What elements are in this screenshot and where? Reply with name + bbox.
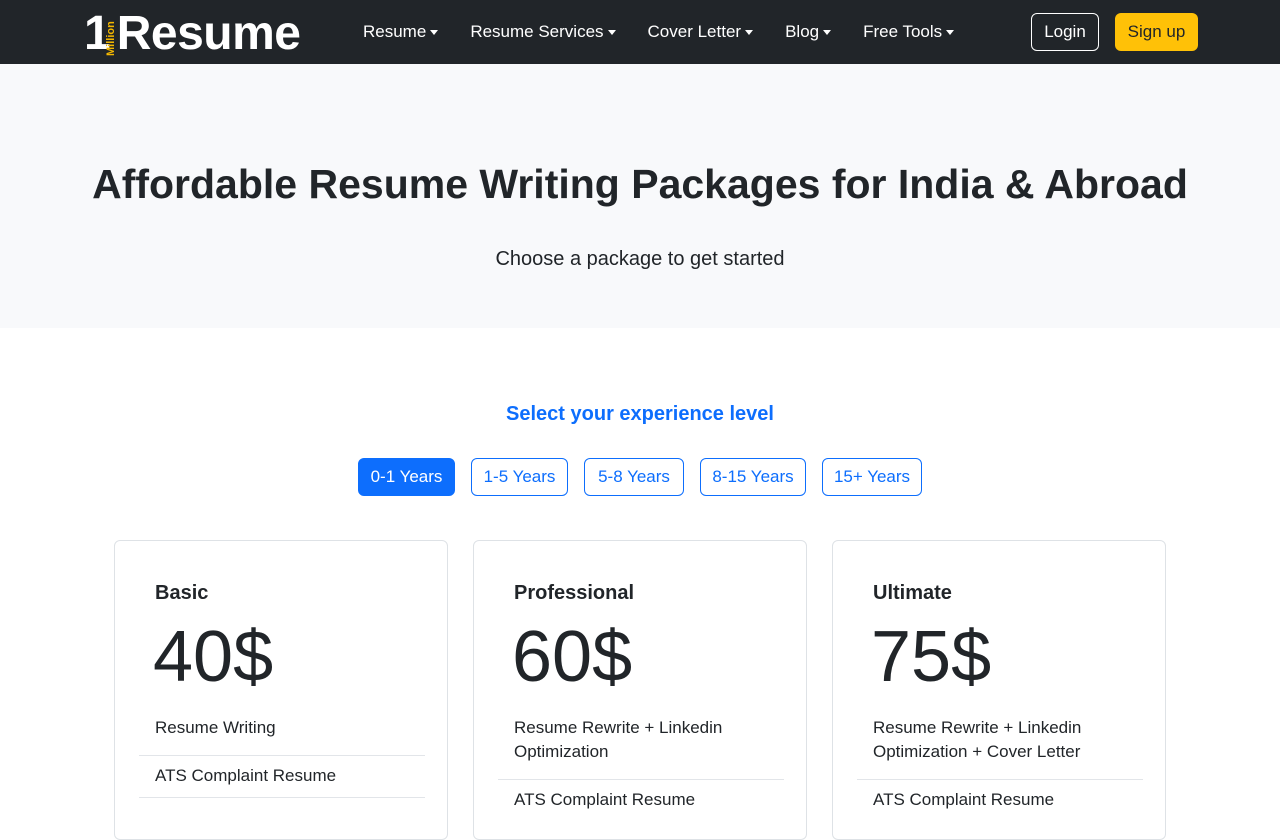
divider — [857, 779, 1143, 780]
caret-down-icon — [607, 30, 616, 35]
caret-down-icon — [430, 30, 439, 35]
divider — [139, 797, 425, 798]
package-card-professional: Professional 60$ Resume Rewrite + Linked… — [473, 540, 807, 840]
package-name: Basic — [155, 582, 209, 604]
experience-option-1-5[interactable]: 1-5 Years — [471, 458, 568, 496]
nav-item-resume[interactable]: Resume — [363, 22, 439, 42]
divider — [139, 755, 425, 756]
nav-item-resume-services[interactable]: Resume Services — [470, 22, 616, 42]
package-feature: ATS Complaint Resume — [873, 790, 1055, 809]
package-feature: ATS Complaint Resume — [514, 790, 696, 809]
divider — [498, 779, 784, 780]
package-description: Resume Rewrite + Linkedin Optimization — [514, 718, 723, 761]
package-name: Professional — [514, 582, 635, 604]
caret-down-icon — [745, 30, 754, 35]
nav-item-free-tools[interactable]: Free Tools — [863, 22, 955, 42]
nav-item-label: Free Tools — [863, 22, 943, 41]
package-name: Ultimate — [873, 582, 952, 604]
logo-million-text: Million — [104, 21, 117, 56]
package-price: 40$ — [153, 617, 274, 697]
package-card-ultimate: Ultimate 75$ Resume Rewrite + Linkedin O… — [832, 540, 1166, 840]
caret-down-icon — [946, 30, 955, 35]
brand-logo[interactable]: 1 Million Resume — [84, 6, 301, 60]
package-description: Resume Writing — [155, 718, 276, 737]
experience-selector: 0-1 Years 1-5 Years 5-8 Years 8-15 Years… — [0, 458, 1280, 496]
experience-option-0-1[interactable]: 0-1 Years — [358, 458, 455, 496]
experience-option-8-15[interactable]: 8-15 Years — [700, 458, 806, 496]
nav-item-label: Resume Services — [470, 22, 604, 41]
nav-item-blog[interactable]: Blog — [785, 22, 832, 42]
signup-button[interactable]: Sign up — [1115, 13, 1198, 51]
top-navbar: 1 Million Resume Resume Resume Services … — [0, 0, 1280, 64]
experience-option-15-plus[interactable]: 15+ Years — [822, 458, 922, 496]
nav-item-label: Blog — [785, 22, 820, 41]
package-price: 75$ — [871, 617, 992, 697]
nav-item-cover-letter[interactable]: Cover Letter — [648, 22, 754, 42]
main-menu: Resume Resume Services Cover Letter Blog… — [363, 0, 986, 64]
caret-down-icon — [823, 30, 832, 35]
nav-item-label: Cover Letter — [647, 22, 742, 41]
login-button[interactable]: Login — [1031, 13, 1099, 51]
package-feature: ATS Complaint Resume — [155, 766, 337, 785]
nav-item-label: Resume — [363, 22, 427, 41]
page-subtitle: Choose a package to get started — [495, 248, 785, 270]
logo-word: Resume — [116, 7, 301, 60]
page-title: Affordable Resume Writing Packages for I… — [92, 161, 1188, 207]
package-price: 60$ — [512, 617, 633, 697]
experience-heading: Select your experience level — [506, 403, 774, 425]
package-card-basic: Basic 40$ Resume Writing ATS Complaint R… — [114, 540, 448, 840]
package-description: Resume Rewrite + Linkedin Optimization +… — [873, 718, 1082, 761]
experience-option-5-8[interactable]: 5-8 Years — [584, 458, 684, 496]
hero-section: Affordable Resume Writing Packages for I… — [0, 64, 1280, 328]
